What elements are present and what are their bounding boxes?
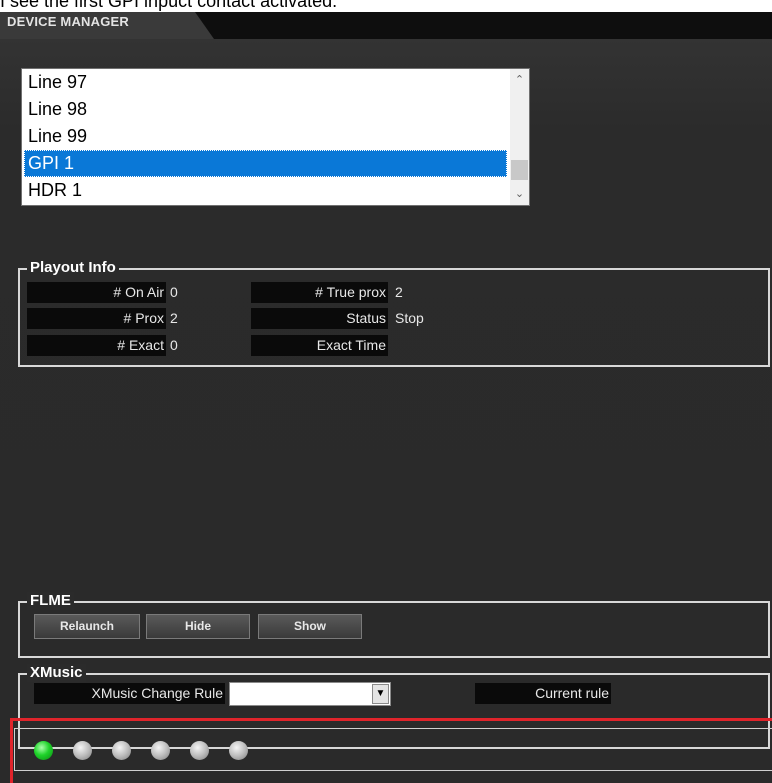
current-rule-label: Current rule <box>475 683 611 704</box>
prox-value: 2 <box>170 310 178 326</box>
status-label: Status <box>251 308 388 329</box>
caption-text: I see the first GPI inpuct contact activ… <box>0 0 338 11</box>
exact-value: 0 <box>170 337 178 353</box>
chevron-down-icon[interactable]: ▼ <box>372 684 389 704</box>
relaunch-button[interactable]: Relaunch <box>34 614 140 639</box>
group-title: FLME <box>27 592 74 610</box>
scroll-up-icon[interactable]: ⌃ <box>510 71 529 89</box>
true-prox-label: # True prox <box>251 282 388 303</box>
highlight-box <box>10 718 772 783</box>
xmusic-change-rule-select[interactable]: ▼ <box>229 682 391 706</box>
group-title: XMusic <box>27 664 86 682</box>
on-air-value: 0 <box>170 284 178 300</box>
exact-time-label: Exact Time <box>251 335 388 356</box>
listbox-scrollbar[interactable]: ⌃ ⌄ <box>510 69 529 205</box>
status-value: Stop <box>395 310 424 326</box>
scrollbar-thumb[interactable] <box>511 160 528 180</box>
device-manager-panel: Line 97 Line 98 Line 99 GPI 1 HDR 1 ⌃ ⌄ … <box>0 39 772 783</box>
list-item[interactable]: Line 99 <box>24 123 507 150</box>
tab-label: DEVICE MANAGER <box>7 14 129 29</box>
xmusic-change-rule-label: XMusic Change Rule <box>34 683 225 704</box>
true-prox-value: 2 <box>395 284 403 300</box>
exact-label: # Exact <box>27 335 166 356</box>
hide-button[interactable]: Hide <box>146 614 250 639</box>
tab-strip: DEVICE MANAGER <box>0 12 772 39</box>
list-item-selected[interactable]: GPI 1 <box>24 150 507 177</box>
tab-device-manager[interactable]: DEVICE MANAGER <box>0 12 214 39</box>
device-listbox[interactable]: Line 97 Line 98 Line 99 GPI 1 HDR 1 ⌃ ⌄ <box>21 68 530 206</box>
scroll-down-icon[interactable]: ⌄ <box>510 185 529 203</box>
list-item[interactable]: Line 98 <box>24 96 507 123</box>
on-air-label: # On Air <box>27 282 166 303</box>
list-item[interactable]: HDR 1 <box>24 177 507 204</box>
prox-label: # Prox <box>27 308 166 329</box>
list-item[interactable]: Line 97 <box>24 69 507 96</box>
group-title: Playout Info <box>27 259 119 277</box>
show-button[interactable]: Show <box>258 614 362 639</box>
